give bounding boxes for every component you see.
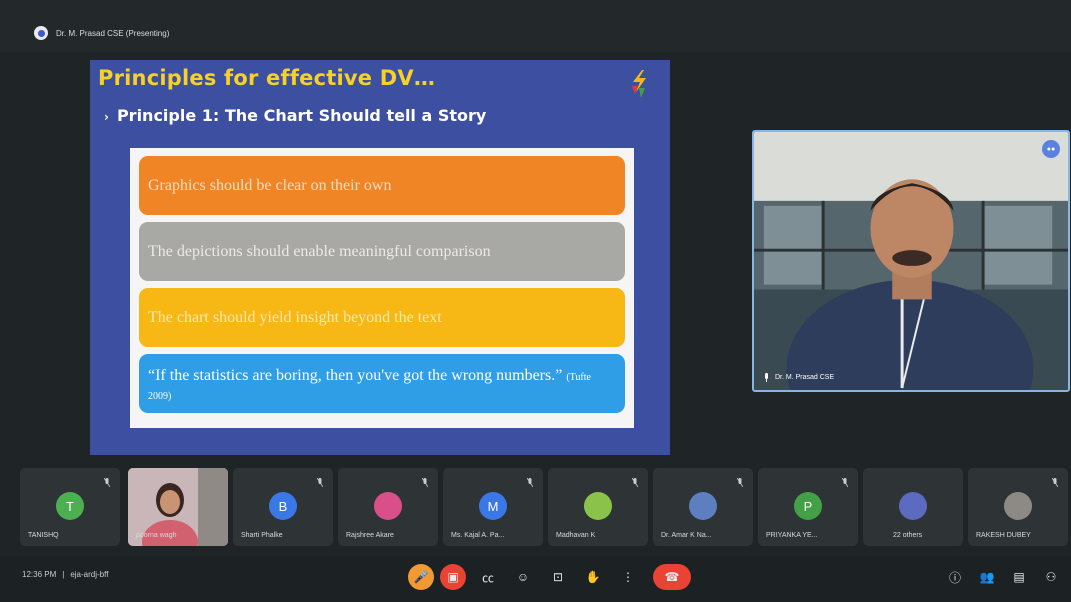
participant-tile[interactable]: Madhavan K xyxy=(548,468,648,546)
mic-off-icon xyxy=(1052,478,1058,487)
camera-toggle-button[interactable]: ▣ xyxy=(440,564,466,590)
people-icon: 👥 xyxy=(979,570,995,584)
avatar: M xyxy=(479,492,507,520)
avatar-photo xyxy=(689,492,717,520)
participant-strip: T TANISHQ poorna wagh B Sharti Phalke Ra… xyxy=(20,468,1071,548)
bottom-control-bar: 12:36 PM | eja-ardj-bff 🎤 ▣ ㏄ ☺ ⊡ ✋ ⋮ ☎ … xyxy=(0,556,1071,602)
participant-tile[interactable]: Dr. Amar K Na... xyxy=(653,468,753,546)
activities-icon: ⚇ xyxy=(1045,570,1057,584)
meeting-code: eja-ardj-bff xyxy=(70,570,109,579)
more-options-button[interactable]: ⋮ xyxy=(615,564,641,590)
participant-name: RAKESH DUBEY xyxy=(976,532,1031,539)
emoji-button[interactable]: ☺ xyxy=(510,564,536,590)
bullet-arrow: › xyxy=(104,110,109,124)
shared-slide: Principles for effective DV… › Principle … xyxy=(90,60,670,455)
leave-call-icon: ☎ xyxy=(664,570,680,584)
principles-panel: Graphics should be clear on their own Th… xyxy=(130,148,634,428)
others-tile[interactable]: 22 others xyxy=(863,468,963,546)
mic-off-icon xyxy=(527,478,533,487)
meeting-details-button[interactable]: ⓘ xyxy=(942,564,968,590)
others-count: 22 others xyxy=(893,532,923,539)
mic-icon xyxy=(765,373,768,382)
leave-call-button[interactable]: ☎ xyxy=(653,564,691,590)
mic-off-icon xyxy=(632,478,638,487)
participant-tile[interactable]: M Ms. Kajal A. Pa... xyxy=(443,468,543,546)
principle-item-3: The chart should yield insight beyond th… xyxy=(139,288,625,347)
slide-subtitle-text: Principle 1: The Chart Should tell a Sto… xyxy=(116,106,487,125)
info-icon: ⓘ xyxy=(948,570,961,585)
mic-off-icon: 🎤 xyxy=(413,570,429,584)
avatar-photo xyxy=(1004,492,1032,520)
participant-name: poorna wagh xyxy=(136,532,177,539)
captions-icon: ㏄ xyxy=(481,570,494,585)
others-avatar-stack xyxy=(899,492,927,520)
participant-name: Ms. Kajal A. Pa... xyxy=(451,532,505,539)
participant-tile[interactable]: Rajshree Akare xyxy=(338,468,438,546)
emoji-icon: ☺ xyxy=(516,570,530,584)
participant-name: Rajshree Akare xyxy=(346,532,394,539)
participant-name: Dr. Amar K Na... xyxy=(661,532,712,539)
participant-name: Madhavan K xyxy=(556,532,596,539)
chat-icon: ▤ xyxy=(1013,570,1025,584)
avatar-photo xyxy=(374,492,402,520)
participant-tile[interactable]: T TANISHQ xyxy=(20,468,120,546)
presenter-name-label: Dr. M. Prasad CSE xyxy=(775,374,835,381)
mic-off-icon xyxy=(842,478,848,487)
mic-off-icon xyxy=(422,478,428,487)
presenter-video-name: Dr. M. Prasad CSE xyxy=(764,373,834,382)
top-bar: Dr. M. Prasad CSE (Presenting) xyxy=(0,0,1071,52)
quote-text: “If the statistics are boring, then you'… xyxy=(148,367,563,384)
presenter-video xyxy=(754,132,1068,390)
mic-off-icon xyxy=(737,478,743,487)
meeting-info: 12:36 PM | eja-ardj-bff xyxy=(22,570,108,579)
activities-button[interactable]: ⚇ xyxy=(1038,564,1064,590)
principle-item-1: Graphics should be clear on their own xyxy=(139,156,625,215)
principle-item-2: The depictions should enable meaningful … xyxy=(139,222,625,281)
mic-off-icon xyxy=(104,478,110,487)
participant-name: PRIYANKA YE... xyxy=(766,532,818,539)
chat-button[interactable]: ▤ xyxy=(1006,564,1032,590)
participant-tile[interactable]: P PRIYANKA YE... xyxy=(758,468,858,546)
people-button[interactable]: 👥 xyxy=(974,564,1000,590)
presenting-icon xyxy=(34,26,48,40)
participant-name: TANISHQ xyxy=(28,532,59,539)
principle-quote: “If the statistics are boring, then you'… xyxy=(139,354,625,413)
info-separator: | xyxy=(62,570,65,579)
participant-tile[interactable]: RAKESH DUBEY xyxy=(968,468,1068,546)
presenter-video-tile[interactable]: ●● Dr. M. Prasad CSE xyxy=(752,130,1070,392)
mic-toggle-button[interactable]: 🎤 xyxy=(408,564,434,590)
participant-name: Sharti Phalke xyxy=(241,532,283,539)
clock-time: 12:36 PM xyxy=(22,570,57,579)
participant-tile[interactable]: B Sharti Phalke xyxy=(233,468,333,546)
slide-subtitle: › Principle 1: The Chart Should tell a St… xyxy=(104,106,486,125)
more-options-icon: ⋮ xyxy=(622,570,634,584)
mic-off-icon xyxy=(317,478,323,487)
raise-hand-icon: ✋ xyxy=(585,570,601,584)
present-screen-icon: ⊡ xyxy=(552,570,564,584)
presenter-label: Dr. M. Prasad CSE (Presenting) xyxy=(56,28,170,38)
raise-hand-button[interactable]: ✋ xyxy=(580,564,606,590)
participant-tile[interactable]: poorna wagh xyxy=(128,468,228,546)
avatar: T xyxy=(56,492,84,520)
presenter-chip[interactable]: Dr. M. Prasad CSE (Presenting) xyxy=(34,26,169,40)
captions-button[interactable]: ㏄ xyxy=(475,564,501,590)
camera-off-icon: ▣ xyxy=(447,570,459,584)
slide-title: Principles for effective DV… xyxy=(98,66,436,90)
avatar-photo xyxy=(584,492,612,520)
present-button[interactable]: ⊡ xyxy=(545,564,571,590)
avatar: B xyxy=(269,492,297,520)
avatar: P xyxy=(794,492,822,520)
audio-indicator-icon: ●● xyxy=(1042,140,1060,158)
slide-logo-icon xyxy=(632,70,646,98)
